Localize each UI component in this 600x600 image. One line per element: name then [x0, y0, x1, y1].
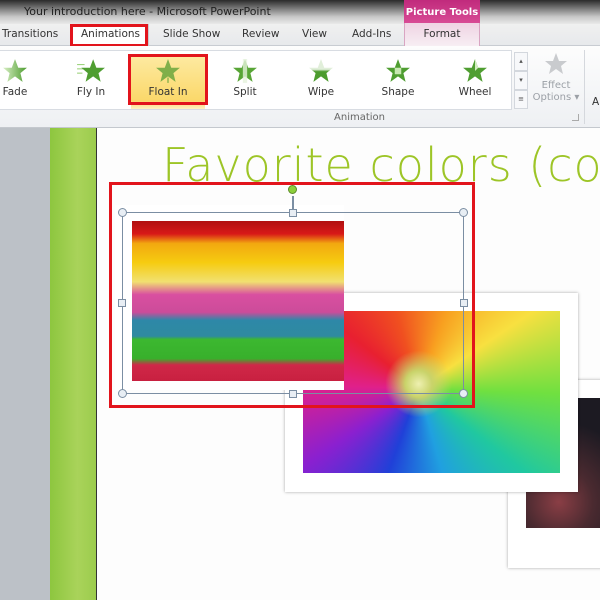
- group-separator: [584, 50, 585, 124]
- ribbon-tabs: Transitions Animations Slide Show Review…: [0, 23, 600, 47]
- gallery-scroll-down-button[interactable]: ▾: [514, 71, 528, 90]
- dialog-launcher-icon[interactable]: [572, 114, 579, 121]
- effect-options-button[interactable]: Effect Options ▾: [532, 52, 580, 104]
- tab-slide-show[interactable]: Slide Show: [163, 28, 220, 40]
- resize-handle-top[interactable]: [289, 209, 297, 217]
- float-in-star-icon: [156, 59, 180, 83]
- title-bar: Your introduction here - Microsoft Power…: [0, 0, 600, 24]
- resize-handle-top-right[interactable]: [459, 208, 468, 217]
- powerpoint-window: Your introduction here - Microsoft Power…: [0, 0, 600, 600]
- animation-gallery: Fade Fly In Float In Split Wipe Shape Wh…: [0, 50, 512, 110]
- tab-add-ins[interactable]: Add-Ins: [352, 28, 391, 40]
- selection-outline: [122, 212, 464, 394]
- slide-workspace: Favorite colors (co: [0, 128, 600, 600]
- rotate-handle[interactable]: [288, 185, 297, 194]
- wipe-star-icon: [309, 59, 333, 82]
- animation-wipe[interactable]: Wipe: [284, 55, 358, 109]
- effect-options-label-2: Options ▾: [532, 92, 580, 103]
- ribbon: Fade Fly In Float In Split Wipe Shape Wh…: [0, 46, 600, 128]
- animation-group-label: Animation: [334, 112, 385, 123]
- effect-options-label-1: Effect: [541, 80, 571, 91]
- tab-view[interactable]: View: [302, 28, 327, 40]
- fly-in-star-icon: [77, 59, 105, 82]
- slide-green-band: [50, 128, 97, 600]
- gallery-more-button[interactable]: ≡: [514, 90, 528, 109]
- resize-handle-bottom-left[interactable]: [118, 389, 127, 398]
- fade-star-icon: [3, 59, 27, 82]
- tab-transitions[interactable]: Transitions: [2, 28, 58, 40]
- wheel-star-icon: [463, 59, 487, 82]
- resize-handle-bottom-right[interactable]: [459, 389, 468, 398]
- tab-animations[interactable]: Animations: [72, 24, 150, 47]
- window-title: Your introduction here - Microsoft Power…: [24, 5, 271, 18]
- animation-wheel[interactable]: Wheel: [438, 55, 512, 109]
- split-star-icon: [233, 59, 257, 83]
- gallery-scroll-up-button[interactable]: ▴: [514, 52, 528, 71]
- slide-canvas: Favorite colors (co: [50, 128, 600, 600]
- resize-handle-bottom[interactable]: [289, 390, 297, 398]
- resize-handle-left[interactable]: [118, 299, 126, 307]
- resize-handle-right[interactable]: [460, 299, 468, 307]
- effect-options-star-icon: [545, 53, 567, 74]
- tab-review[interactable]: Review: [242, 28, 279, 40]
- picture-tools-context-header: Picture Tools: [404, 0, 480, 24]
- gallery-scrollbar: ▴ ▾ ≡: [514, 52, 528, 110]
- animation-fly-in[interactable]: Fly In: [54, 55, 128, 109]
- animation-shape[interactable]: Shape: [361, 55, 435, 109]
- animation-float-in[interactable]: Float In: [131, 55, 205, 109]
- animation-fade[interactable]: Fade: [0, 55, 52, 109]
- resize-handle-top-left[interactable]: [118, 208, 127, 217]
- animation-split[interactable]: Split: [208, 55, 282, 109]
- slide-title[interactable]: Favorite colors (co: [162, 138, 600, 192]
- next-group-label[interactable]: A: [592, 96, 599, 108]
- shape-star-icon: [386, 59, 410, 82]
- tab-format[interactable]: Format: [404, 23, 480, 46]
